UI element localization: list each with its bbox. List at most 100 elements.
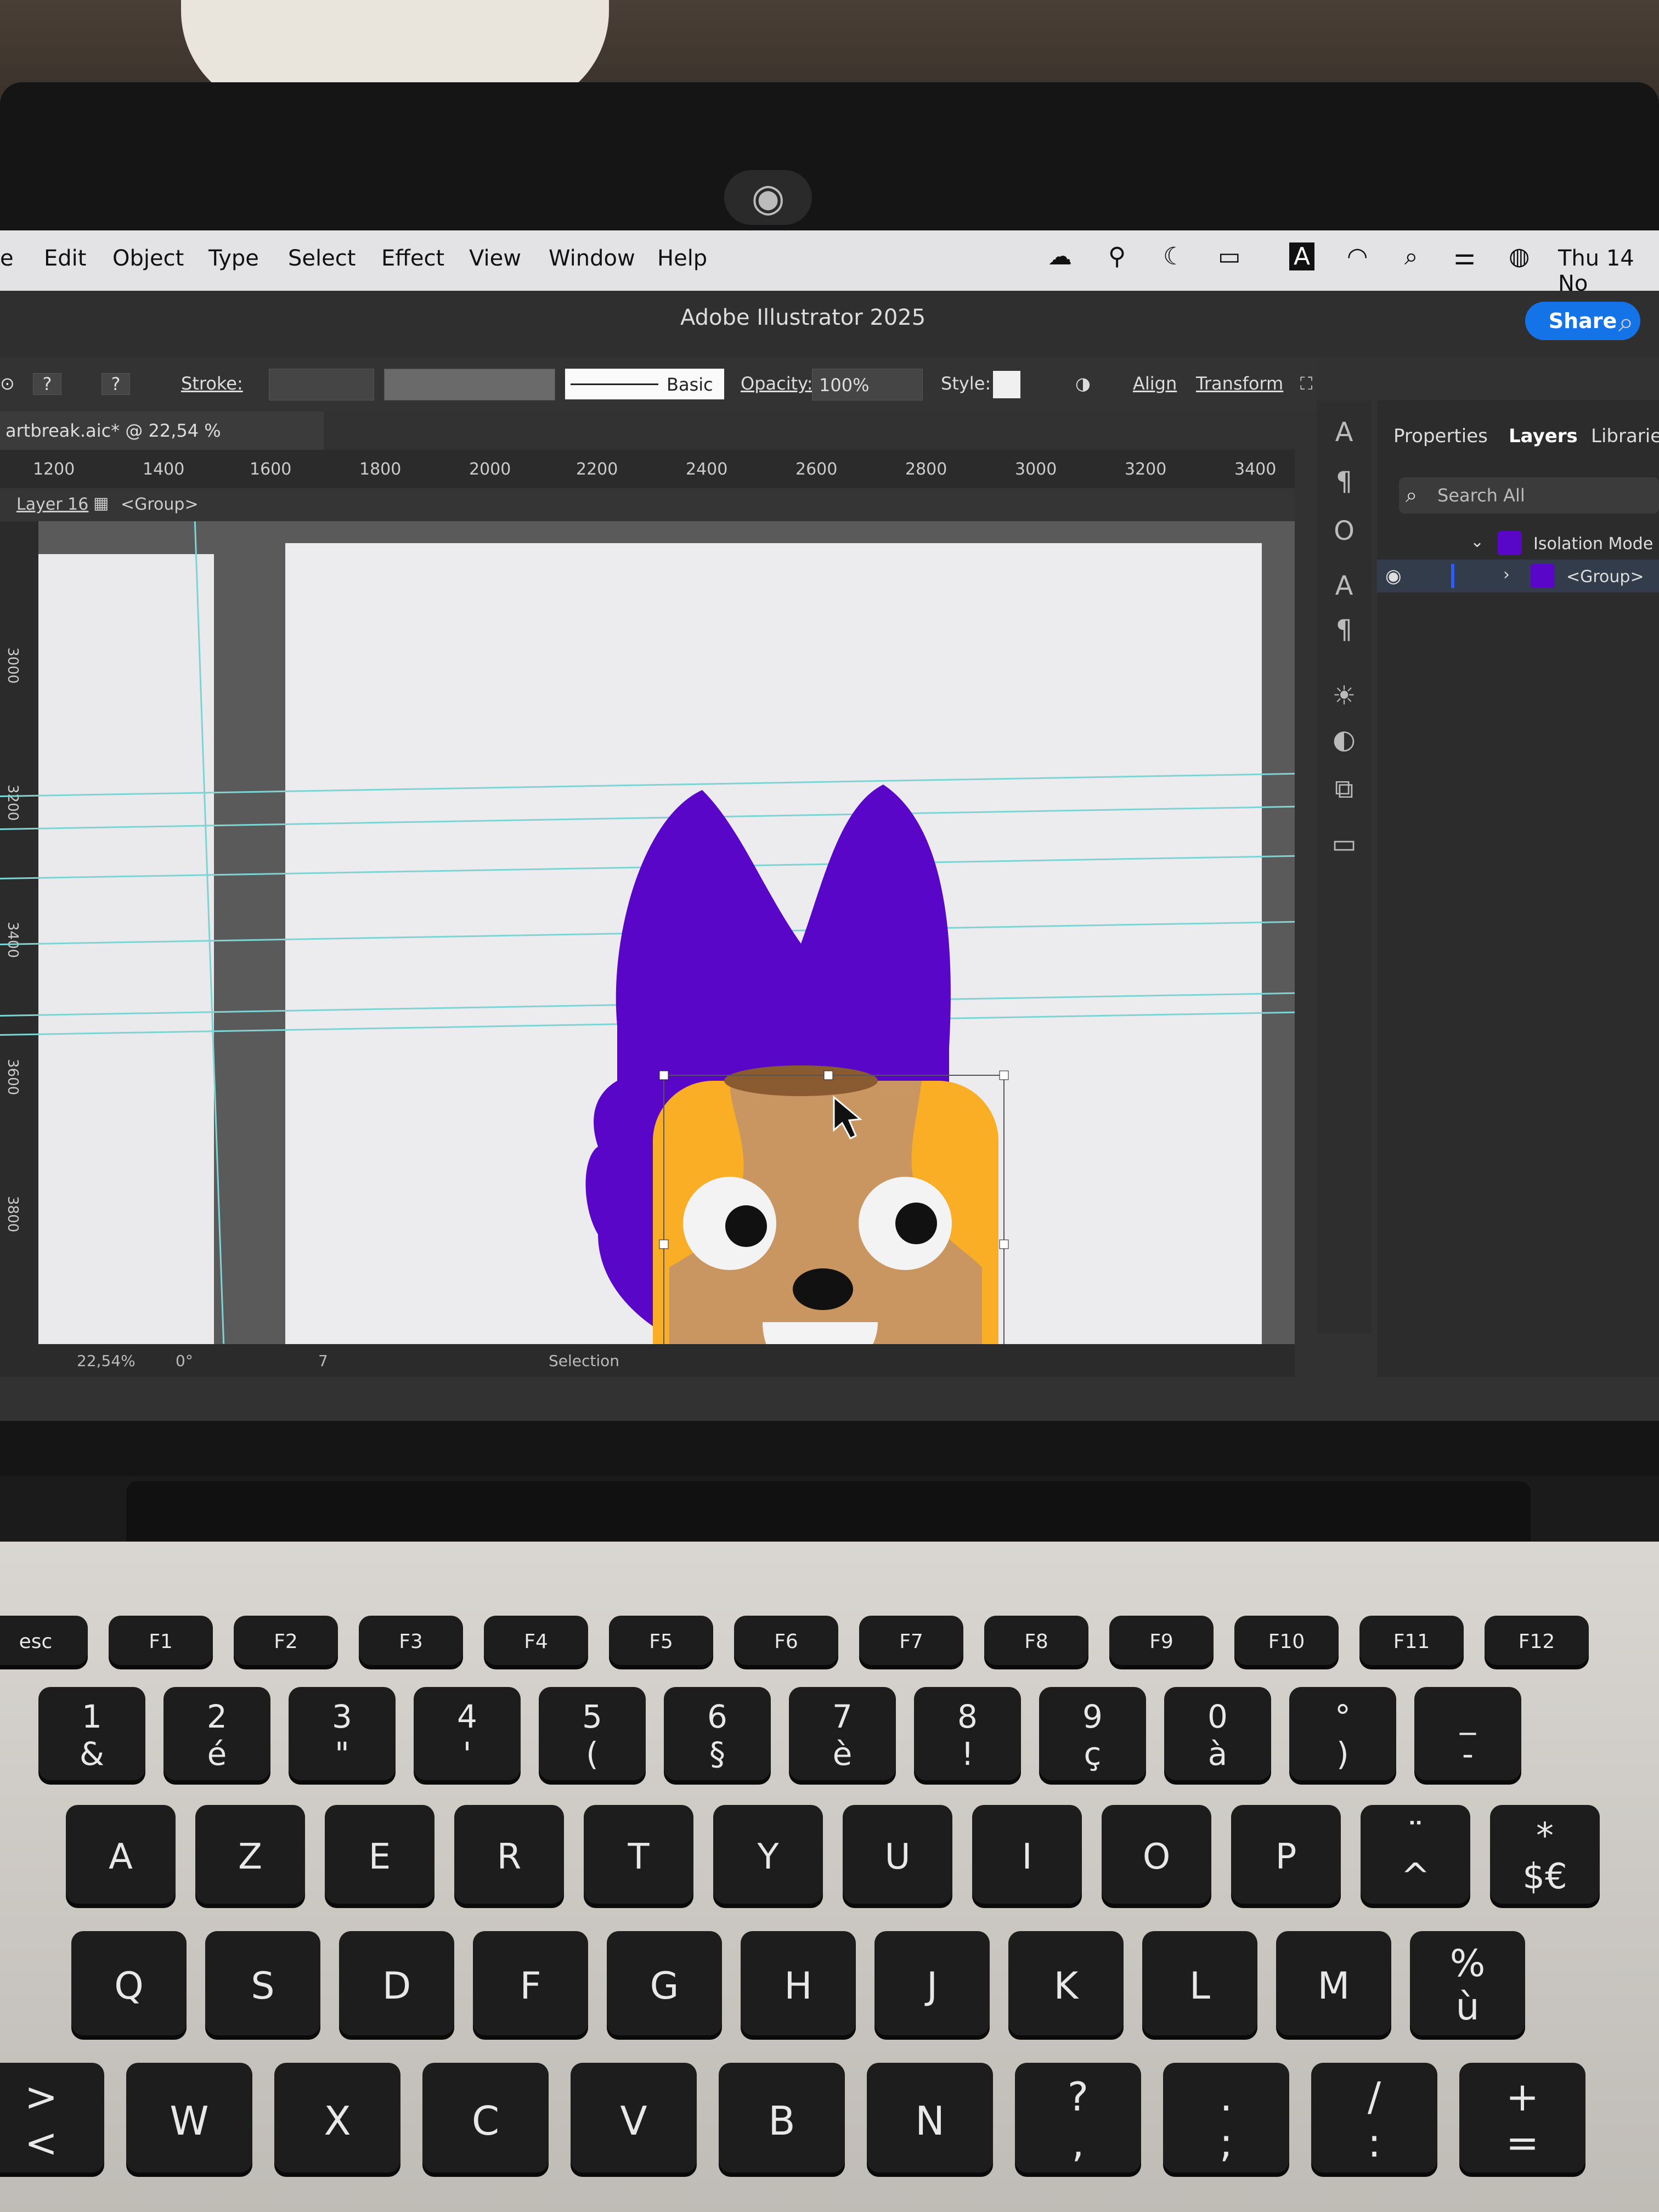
paragraph-panel-icon[interactable]: ¶	[1328, 466, 1361, 499]
current-tool[interactable]: Selection	[549, 1352, 619, 1370]
search-icon[interactable]: ⌕	[1618, 306, 1634, 338]
laptop-screen: e Edit Object Type Select Effect View Wi…	[0, 230, 1659, 1421]
rotation-value[interactable]: 0°	[176, 1352, 193, 1370]
menu-effect[interactable]: Effect	[381, 246, 444, 271]
menu-view[interactable]: View	[469, 246, 521, 271]
control-bar: ⊙ ? ? Stroke: Basic Opacity: 100% Style:…	[0, 357, 1317, 411]
recolor-icon[interactable]: ◑	[1075, 373, 1091, 394]
ruler-tick: 1600	[250, 460, 292, 479]
menu-object[interactable]: Object	[112, 246, 184, 271]
tab-properties[interactable]: Properties	[1393, 425, 1488, 447]
selection-handle	[659, 1070, 669, 1080]
brush-label: Basic	[667, 374, 713, 395]
breadcrumb-layer[interactable]: Layer 16	[16, 495, 88, 514]
layer-row[interactable]: ⌄ Isolation Mode	[1377, 527, 1659, 560]
ruler-tick: 2000	[469, 460, 511, 479]
creative-cloud-icon[interactable]: ☁	[1048, 242, 1072, 270]
layers-panel: Properties Layers Libraries ⌕ Search All…	[1377, 400, 1659, 1377]
search-icon: ⌕	[1406, 483, 1418, 507]
layers-search-field[interactable]: ⌕ Search All	[1399, 477, 1659, 514]
status-bar: 22,54% 0° 7 Selection	[0, 1344, 1295, 1377]
layer-row-label: <Group>	[1566, 567, 1644, 586]
ruler-tick: 2600	[795, 460, 838, 479]
layer-color-bar	[1451, 564, 1454, 588]
fill-swatch[interactable]: ?	[33, 373, 61, 395]
paragraph-styles-icon[interactable]: ¶	[1328, 614, 1361, 647]
opentype-panel-icon[interactable]: O	[1328, 516, 1361, 549]
style-swatch[interactable]	[993, 371, 1020, 398]
battery-icon[interactable]: ▭	[1218, 242, 1241, 270]
artboard-canvas[interactable]: 3000 3200 3400 3600 3800	[0, 521, 1295, 1344]
ruler-tick: 1400	[143, 460, 185, 479]
search-icon[interactable]: ⌕	[1404, 242, 1418, 270]
character-panel-icon[interactable]: A	[1328, 417, 1361, 450]
artboards-panel-icon[interactable]: ⧉	[1328, 774, 1361, 806]
selection-handle	[823, 1070, 833, 1080]
brush-stroke-preview	[571, 383, 658, 385]
menu-type[interactable]: Type	[208, 246, 259, 271]
ruler-tick: 2200	[576, 460, 618, 479]
document-tab[interactable]: artbreak.aic* @ 22,54 % (RGB/Preview)	[0, 411, 324, 479]
app-title: Adobe Illustrator 2025	[680, 305, 926, 330]
zoom-level[interactable]: 22,54%	[77, 1352, 136, 1370]
ruler-tick: 3400	[1234, 460, 1277, 479]
tab-libraries[interactable]: Libraries	[1591, 425, 1659, 447]
menu-edit[interactable]: Edit	[44, 246, 86, 271]
tab-layers[interactable]: Layers	[1509, 425, 1578, 447]
layer-row[interactable]: ◉ › <Group>	[1377, 560, 1659, 592]
opacity-value: 100%	[819, 375, 870, 396]
input-source-icon[interactable]: A	[1289, 242, 1315, 270]
brush-definition[interactable]: Basic	[565, 369, 724, 399]
transparency-panel-icon[interactable]: ◐	[1328, 724, 1361, 757]
layer-thumbnail	[1531, 564, 1555, 588]
stroke-weight-field[interactable]	[269, 369, 374, 400]
ruler-tick: 2800	[905, 460, 947, 479]
character-illustration[interactable]	[565, 741, 1092, 1344]
variable-width-field[interactable]	[384, 369, 555, 400]
breadcrumb-group[interactable]: <Group>	[121, 495, 199, 514]
artboard-number[interactable]: 7	[318, 1352, 328, 1370]
vertical-ruler: 3000 3200 3400 3600 3800	[0, 521, 38, 1344]
isolate-icon[interactable]: ⛶	[1300, 373, 1312, 394]
hair-tuft	[724, 1065, 878, 1096]
keyboard-deck	[0, 1542, 1659, 2212]
menubar-clock[interactable]: Thu 14 No	[1558, 246, 1659, 296]
chevron-right-icon[interactable]: ›	[1503, 565, 1510, 584]
transform-link[interactable]: Transform	[1196, 373, 1283, 394]
ruler-tick: 2400	[686, 460, 728, 479]
wifi-icon[interactable]: ◠	[1347, 242, 1368, 270]
opacity-field[interactable]: 100%	[812, 369, 923, 400]
siri-icon[interactable]: ◍	[1509, 242, 1530, 270]
ruler-tick: 3000	[1015, 460, 1057, 479]
stroke-label[interactable]: Stroke:	[181, 373, 243, 394]
character-styles-icon[interactable]: A	[1328, 571, 1361, 603]
menu-help[interactable]: Help	[657, 246, 707, 271]
selection-handle	[999, 1070, 1009, 1080]
search-placeholder: Search All	[1437, 485, 1525, 506]
horizontal-ruler: 1200 1400 1600 1800 2000 2200 2400 2600 …	[0, 450, 1295, 489]
menu-select[interactable]: Select	[288, 246, 356, 271]
control-center-icon[interactable]: ⚌	[1454, 242, 1475, 270]
ruler-tick: 3200	[4, 785, 21, 821]
align-link[interactable]: Align	[1133, 373, 1177, 394]
isolation-breadcrumb: Layer 16 ▦ <Group>	[0, 488, 1295, 521]
ruler-tick: 1200	[33, 460, 75, 479]
mouth	[763, 1322, 878, 1344]
layer-thumbnail	[1498, 531, 1522, 555]
ruler-tick: 1800	[359, 460, 402, 479]
visibility-eye-icon[interactable]: ◉	[1385, 565, 1402, 587]
antenna-icon[interactable]: ⚲	[1108, 242, 1126, 270]
appearance-panel-icon[interactable]: ☀	[1328, 680, 1361, 713]
opacity-label[interactable]: Opacity:	[741, 373, 813, 394]
menu-file[interactable]: e	[0, 246, 14, 271]
chevron-down-icon: ⌄	[1470, 532, 1485, 551]
menu-window[interactable]: Window	[549, 246, 635, 271]
stroke-swatch[interactable]: ?	[101, 373, 130, 395]
right-pupil	[895, 1203, 937, 1244]
comments-panel-icon[interactable]: ▭	[1328, 828, 1361, 861]
ruler-tick: 3800	[4, 1196, 21, 1233]
reference-point-icon[interactable]: ⊙	[0, 373, 15, 394]
ruler-tick: 3000	[4, 647, 21, 684]
layer-row-label: Isolation Mode	[1533, 534, 1654, 554]
moon-icon[interactable]: ☾	[1163, 242, 1184, 270]
